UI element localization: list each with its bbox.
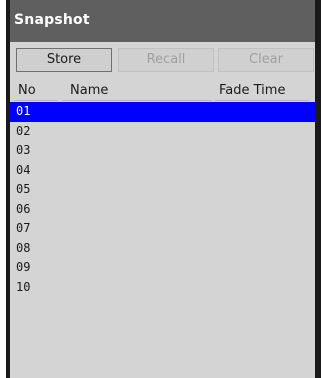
- snapshot-number: 01: [16, 104, 31, 118]
- snapshot-row[interactable]: 10: [10, 278, 315, 298]
- snapshot-row[interactable]: 02: [10, 122, 315, 142]
- snapshot-row[interactable]: 06: [10, 200, 315, 220]
- snapshot-row[interactable]: 08: [10, 239, 315, 259]
- snapshot-number: 08: [16, 240, 31, 255]
- snapshot-number: 06: [16, 201, 31, 216]
- panel-titlebar: Snapshot: [10, 0, 315, 42]
- column-header-no[interactable]: No: [14, 80, 58, 101]
- snapshot-row[interactable]: 04: [10, 161, 315, 181]
- recall-button[interactable]: Recall: [118, 48, 214, 72]
- window-edge: [315, 0, 321, 378]
- snapshot-number: 07: [16, 221, 31, 235]
- snapshot-number: 09: [16, 260, 31, 274]
- panel-title: Snapshot: [14, 12, 90, 28]
- snapshot-row[interactable]: 03: [10, 141, 315, 161]
- snapshot-number: 10: [16, 279, 31, 294]
- snapshot-number: 03: [16, 143, 31, 157]
- snapshot-row[interactable]: 05: [10, 180, 315, 200]
- list-header: No Name Fade Time: [10, 80, 315, 102]
- snapshot-list: 01 02 03 04 05 06 07 08 09 10: [10, 102, 315, 297]
- snapshot-number: 04: [16, 162, 31, 177]
- snapshot-number: 05: [16, 182, 31, 196]
- column-header-fade-time[interactable]: Fade Time: [215, 80, 309, 101]
- snapshot-row[interactable]: 07: [10, 219, 315, 239]
- store-button[interactable]: Store: [16, 48, 112, 72]
- snapshot-row[interactable]: 09: [10, 258, 315, 278]
- column-header-name[interactable]: Name: [62, 80, 212, 101]
- snapshot-number: 02: [16, 123, 31, 138]
- snapshot-row[interactable]: 01: [10, 102, 315, 122]
- clear-button[interactable]: Clear: [218, 48, 314, 72]
